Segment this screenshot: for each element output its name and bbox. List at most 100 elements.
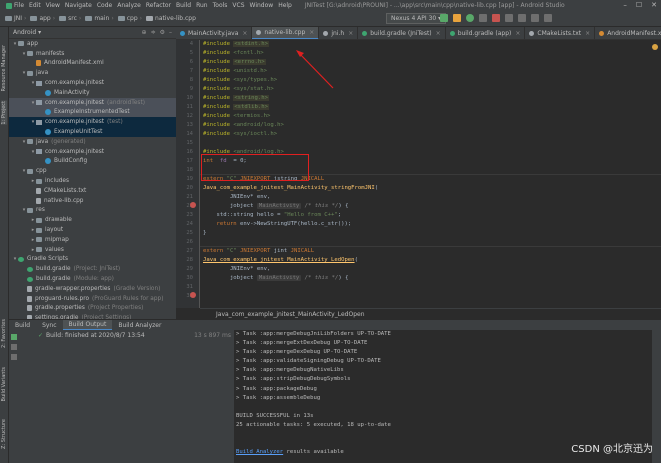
tree-node[interactable]: ▾ app bbox=[9, 39, 176, 49]
breadcrumb-item[interactable]: native-lib.cpp bbox=[155, 15, 196, 22]
search-icon[interactable] bbox=[544, 14, 552, 22]
tree-node[interactable]: BuildConfig bbox=[9, 157, 176, 167]
tree-node[interactable]: ▾ Gradle Scripts bbox=[9, 255, 176, 265]
close-tab-icon[interactable]: × bbox=[585, 30, 590, 37]
tree-node[interactable]: MainActivity bbox=[9, 88, 176, 98]
function-breadcrumb[interactable]: Java_com_example_jnitest_MainActivity_Le… bbox=[216, 311, 365, 318]
locate-icon[interactable]: ⊕ bbox=[142, 29, 147, 36]
build-analyzer-link[interactable]: Build Analyzer bbox=[236, 449, 283, 455]
editor-tab[interactable]: native-lib.cpp × bbox=[252, 27, 320, 39]
breadcrumb-item[interactable]: JNI bbox=[14, 15, 22, 22]
tree-node[interactable]: ▸ mipmap bbox=[9, 235, 176, 245]
breadcrumb-item[interactable]: cpp bbox=[127, 15, 138, 22]
avd-manager-icon[interactable] bbox=[518, 14, 526, 22]
tree-node[interactable]: ▾ com.example.jnitest (test) bbox=[9, 117, 176, 128]
editor-tab[interactable]: jni.h × bbox=[319, 27, 359, 39]
tree-node[interactable]: ExampleInstrumentedTest bbox=[9, 107, 176, 118]
menu-item-tools[interactable]: Tools bbox=[213, 2, 228, 9]
tree-node[interactable]: ▸ drawable bbox=[9, 215, 176, 225]
favorites-tab[interactable]: 2: Favorites bbox=[1, 319, 7, 348]
build-variants-tab[interactable]: Build Variants bbox=[1, 367, 7, 401]
device-selector[interactable]: Nexus 4 API 30 ▾ bbox=[386, 13, 447, 24]
bottom-tab-build[interactable]: Build bbox=[9, 320, 36, 331]
rerun-icon[interactable] bbox=[11, 334, 17, 340]
breadcrumb-item[interactable]: main bbox=[94, 15, 109, 22]
maximize-icon[interactable]: ☐ bbox=[636, 1, 642, 9]
menu-item-window[interactable]: Window bbox=[250, 2, 274, 9]
tree-node[interactable]: ▾ manifests bbox=[9, 49, 176, 59]
editor-tab[interactable]: CMakeLists.txt × bbox=[525, 27, 596, 39]
breakpoint-icon[interactable] bbox=[190, 202, 196, 208]
build-status-row[interactable]: ✓ Build: finished at 2020/8/7 13:54 13 s… bbox=[20, 330, 234, 341]
tree-node[interactable]: native-lib.cpp bbox=[9, 196, 176, 206]
tree-node[interactable]: proguard-rules.pro (ProGuard Rules for ap… bbox=[9, 294, 176, 304]
breakpoint-icon[interactable] bbox=[190, 292, 196, 298]
hide-icon[interactable]: – bbox=[169, 29, 172, 36]
bottom-tab-build-output[interactable]: Build Output bbox=[62, 319, 113, 331]
breadcrumb-item[interactable]: app bbox=[39, 15, 50, 22]
minimize-icon[interactable]: – bbox=[623, 1, 627, 9]
menu-item-vcs[interactable]: VCS bbox=[232, 2, 244, 9]
project-tab[interactable]: 1: Project bbox=[1, 101, 7, 125]
close-tab-icon[interactable]: × bbox=[348, 30, 353, 37]
refresh-icon[interactable] bbox=[453, 14, 461, 22]
tree-node[interactable]: ▾ com.example.jnitest (androidTest) bbox=[9, 97, 176, 108]
tree-node[interactable]: ▾ java (generated) bbox=[9, 137, 176, 147]
tree-node[interactable]: ▾ cpp bbox=[9, 166, 176, 176]
bottom-tab-build-analyzer[interactable]: Build Analyzer bbox=[112, 320, 167, 331]
menu-item-run[interactable]: Run bbox=[196, 2, 208, 9]
editor-tab[interactable]: build.gradle (app) × bbox=[446, 27, 526, 39]
resource-manager-tab[interactable]: Resource Manager bbox=[1, 45, 7, 91]
filter-icon[interactable] bbox=[11, 354, 17, 360]
bottom-tab-sync[interactable]: Sync bbox=[36, 320, 62, 331]
warning-icon[interactable] bbox=[652, 44, 658, 50]
close-icon[interactable]: ✕ bbox=[651, 1, 657, 9]
tree-node[interactable]: CMakeLists.txt bbox=[9, 186, 176, 196]
tree-node[interactable]: AndroidManifest.xml bbox=[9, 59, 176, 69]
tree-node[interactable]: ▾ com.example.jnitest bbox=[9, 147, 176, 157]
collapse-icon[interactable]: ≑ bbox=[151, 29, 156, 36]
stop-icon[interactable] bbox=[492, 14, 500, 22]
menu-item-build[interactable]: Build bbox=[176, 2, 191, 9]
sync-icon[interactable] bbox=[505, 14, 513, 22]
tree-node[interactable]: gradle-wrapper.properties (Gradle Version… bbox=[9, 284, 176, 294]
profile-icon[interactable] bbox=[479, 14, 487, 22]
tree-node[interactable]: ▾ java bbox=[9, 68, 176, 78]
close-tab-icon[interactable]: × bbox=[242, 30, 247, 37]
tree-node[interactable]: ▾ com.example.jnitest bbox=[9, 78, 176, 88]
debug-icon[interactable] bbox=[466, 14, 474, 22]
tree-node-label: AndroidManifest.xml bbox=[44, 60, 104, 67]
tree-node[interactable]: build.gradle (Module: app) bbox=[9, 274, 176, 284]
sdk-manager-icon[interactable] bbox=[531, 14, 539, 22]
menu-item-code[interactable]: Code bbox=[97, 2, 112, 9]
menu-item-view[interactable]: View bbox=[46, 2, 60, 9]
tree-node[interactable]: ▸ includes bbox=[9, 176, 176, 186]
code-line: } bbox=[200, 229, 661, 238]
editor-tab[interactable]: MainActivity.java × bbox=[176, 27, 253, 39]
tree-node[interactable]: ▾ res bbox=[9, 206, 176, 216]
tree-node-label: proguard-rules.pro bbox=[35, 295, 90, 302]
menu-item-help[interactable]: Help bbox=[278, 2, 292, 9]
tree-node[interactable]: ▸ values bbox=[9, 245, 176, 255]
menu-item-refactor[interactable]: Refactor bbox=[146, 2, 171, 9]
breadcrumb-item[interactable]: src bbox=[68, 15, 77, 22]
tree-node[interactable]: gradle.properties (Project Properties) bbox=[9, 304, 176, 314]
close-tab-icon[interactable]: × bbox=[436, 30, 441, 37]
tree-node[interactable]: ExampleUnitTest bbox=[9, 127, 176, 137]
menu-item-navigate[interactable]: Navigate bbox=[65, 2, 92, 9]
close-tab-icon[interactable]: × bbox=[515, 30, 520, 37]
project-view-selector[interactable]: Android ▾ bbox=[13, 29, 41, 36]
structure-tab[interactable]: Z: Structure bbox=[1, 419, 7, 449]
tree-node-annotation: (ProGuard Rules for app) bbox=[92, 295, 164, 302]
close-tab-icon[interactable]: × bbox=[309, 29, 314, 36]
editor-tab[interactable]: build.gradle (JniTest) × bbox=[358, 27, 446, 39]
gear-icon[interactable]: ⚙ bbox=[160, 29, 165, 36]
menu-item-file[interactable]: File bbox=[14, 2, 24, 9]
editor-tab[interactable]: AndroidManifest.xm× bbox=[595, 27, 661, 39]
menu-item-edit[interactable]: Edit bbox=[29, 2, 41, 9]
run-icon[interactable] bbox=[440, 14, 448, 22]
stop-build-icon[interactable] bbox=[11, 344, 17, 350]
tree-node[interactable]: ▸ layout bbox=[9, 225, 176, 235]
tree-node[interactable]: build.gradle (Project: JniTest) bbox=[9, 264, 176, 274]
menu-item-analyze[interactable]: Analyze bbox=[117, 2, 141, 9]
